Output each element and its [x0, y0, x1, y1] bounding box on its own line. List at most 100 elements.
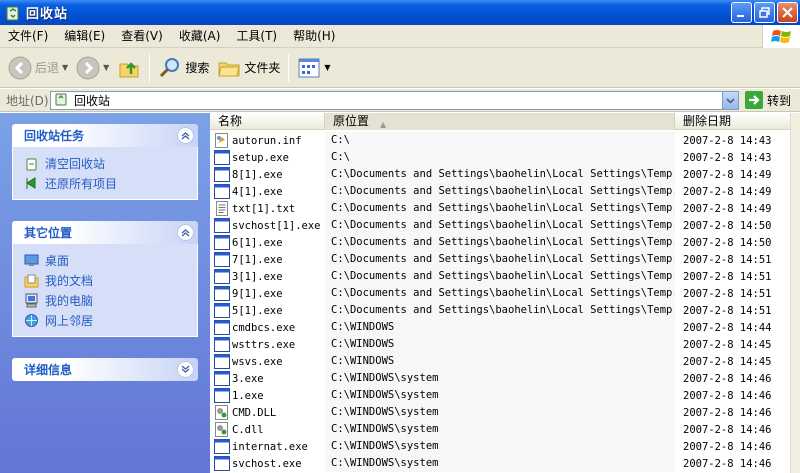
folders-button[interactable]: 文件夹 [213, 51, 284, 85]
table-row[interactable]: svchost[1].exe C:\Documents and Settings\… [210, 217, 790, 234]
file-location-cell: C:\WINDOWS [325, 319, 675, 336]
table-row[interactable]: 3[1].exe C:\Documents and Settings\baohel… [210, 268, 790, 285]
file-name-cell: svchost.exe [210, 456, 325, 471]
file-location-cell: C:\Documents and Settings\baohelin\Local… [325, 217, 675, 234]
address-input[interactable]: 回收站 [50, 91, 739, 110]
file-date-cell: 2007-2-8 14:49 [683, 202, 772, 215]
file-name-cell: setup.exe [210, 150, 325, 165]
go-button[interactable]: 转到 [745, 91, 791, 109]
forward-button[interactable]: ▼ [72, 51, 113, 85]
close-button[interactable] [777, 2, 798, 23]
table-row[interactable]: C.dll C:\WINDOWS\system 2007-2-8 14:46 [210, 421, 790, 438]
collapse-up-icon[interactable] [177, 127, 194, 144]
file-location-cell: C:\WINDOWS [325, 353, 675, 370]
menu-tools[interactable]: 工具(T) [228, 25, 285, 48]
chevron-down-icon[interactable]: ▼ [324, 63, 330, 72]
title-bar[interactable]: 回收站 [0, 0, 800, 25]
back-button[interactable]: 后退 ▼ [4, 51, 72, 85]
address-dropdown-button[interactable] [722, 92, 738, 109]
other-places-panel: 其它位置 桌面 我的文档 我的电脑 网上邻居 [12, 221, 198, 337]
file-date-cell: 2007-2-8 14:46 [683, 406, 772, 419]
menu-view[interactable]: 查看(V) [113, 25, 171, 48]
my-documents-link[interactable]: 我的文档 [23, 270, 197, 290]
table-row[interactable]: CMD.DLL C:\WINDOWS\system 2007-2-8 14:46 [210, 404, 790, 421]
search-icon [160, 57, 180, 77]
file-location-cell: C:\WINDOWS\system [325, 421, 675, 438]
search-button[interactable]: 搜索 [154, 51, 213, 85]
menu-file[interactable]: 文件(F) [0, 25, 56, 48]
file-date-cell: 2007-2-8 14:43 [683, 134, 772, 147]
table-row[interactable]: 5[1].exe C:\Documents and Settings\baohel… [210, 302, 790, 319]
column-location[interactable]: 原位置 ▲ [325, 113, 675, 130]
file-name-cell: 4[1].exe [210, 184, 325, 199]
table-row[interactable]: txt[1].txt C:\Documents and Settings\baoh… [210, 200, 790, 217]
table-row[interactable]: autorun.inf C:\ 2007-2-8 14:43 [210, 132, 790, 149]
menu-help[interactable]: 帮助(H) [285, 25, 343, 48]
file-date-cell: 2007-2-8 14:46 [683, 372, 772, 385]
exe-file-icon [214, 218, 230, 233]
file-date-cell: 2007-2-8 14:51 [683, 270, 772, 283]
minimize-button[interactable] [731, 2, 752, 23]
exe-file-icon [214, 388, 230, 403]
empty-recycle-bin-link[interactable]: 清空回收站 [23, 153, 197, 173]
file-list[interactable]: 名称 原位置 ▲ 删除日期 autorun.inf C:\ 2007-2-8 14:… [210, 113, 790, 473]
restore-icon [23, 175, 39, 191]
up-folder-button[interactable] [113, 51, 145, 85]
restore-button[interactable] [754, 2, 775, 23]
file-location-cell: C:\WINDOWS\system [325, 438, 675, 455]
exe-file-icon [214, 235, 230, 250]
menu-edit[interactable]: 编辑(E) [56, 25, 113, 48]
table-row[interactable]: 4[1].exe C:\Documents and Settings\baohel… [210, 183, 790, 200]
vertical-scrollbar[interactable] [790, 113, 800, 473]
desktop-link[interactable]: 桌面 [23, 250, 197, 270]
network-places-link[interactable]: 网上邻居 [23, 310, 197, 330]
recycle-tasks-header[interactable]: 回收站任务 [12, 124, 198, 147]
table-row[interactable]: 7[1].exe C:\Documents and Settings\baohel… [210, 251, 790, 268]
column-date[interactable]: 删除日期 [675, 113, 790, 130]
dll-file-icon [214, 422, 230, 437]
file-date-cell: 2007-2-8 14:46 [683, 423, 772, 436]
restore-all-items-link[interactable]: 还原所有项目 [23, 173, 197, 193]
table-row[interactable]: setup.exe C:\ 2007-2-8 14:43 [210, 149, 790, 166]
table-row[interactable]: cmdbcs.exe C:\WINDOWS 2007-2-8 14:44 [210, 319, 790, 336]
dll-file-icon [214, 405, 230, 420]
chevron-down-icon[interactable]: ▼ [103, 63, 109, 72]
exe-file-icon [214, 354, 230, 369]
table-row[interactable]: internat.exe C:\WINDOWS\system 2007-2-8 14… [210, 438, 790, 455]
exe-file-icon [214, 439, 230, 454]
file-name-cell: 3.exe [210, 371, 325, 386]
chevron-down-icon[interactable]: ▼ [62, 63, 68, 72]
table-row[interactable]: 1.exe C:\WINDOWS\system 2007-2-8 14:46 [210, 387, 790, 404]
exe-file-icon [214, 337, 230, 352]
my-computer-icon [23, 292, 39, 308]
column-name[interactable]: 名称 [210, 113, 325, 130]
my-computer-link[interactable]: 我的电脑 [23, 290, 197, 310]
table-row[interactable]: 9[1].exe C:\Documents and Settings\baohel… [210, 285, 790, 302]
details-header[interactable]: 详细信息 [12, 358, 198, 381]
table-row[interactable]: 3.exe C:\WINDOWS\system 2007-2-8 14:46 [210, 370, 790, 387]
recycle-bin-icon [4, 4, 21, 21]
menu-favorites[interactable]: 收藏(A) [171, 25, 229, 48]
expand-down-icon[interactable] [177, 361, 194, 378]
table-row[interactable]: 6[1].exe C:\Documents and Settings\baohel… [210, 234, 790, 251]
file-name-cell: 9[1].exe [210, 286, 325, 301]
file-location-cell: C:\Documents and Settings\baohelin\Local… [325, 183, 675, 200]
other-places-header[interactable]: 其它位置 [12, 221, 198, 244]
table-row[interactable]: 8[1].exe C:\Documents and Settings\baohel… [210, 166, 790, 183]
views-button[interactable]: ▼ [293, 51, 334, 85]
toolbar-separator [288, 53, 290, 82]
table-row[interactable]: wsttrs.exe C:\WINDOWS 2007-2-8 14:45 [210, 336, 790, 353]
exe-file-icon [214, 150, 230, 165]
table-row[interactable]: svchost.exe C:\WINDOWS\system 2007-2-8 14:… [210, 455, 790, 472]
exe-file-icon [214, 269, 230, 284]
table-row[interactable]: wsvs.exe C:\WINDOWS 2007-2-8 14:45 [210, 353, 790, 370]
desktop-icon [23, 252, 39, 268]
exe-file-icon [214, 320, 230, 335]
collapse-up-icon[interactable] [177, 224, 194, 241]
file-name-cell: 3[1].exe [210, 269, 325, 284]
file-location-cell: C:\WINDOWS\system [325, 404, 675, 421]
empty-bin-icon [23, 155, 39, 171]
menu-bar: 文件(F) 编辑(E) 查看(V) 收藏(A) 工具(T) 帮助(H) [0, 25, 800, 48]
file-name-cell: 5[1].exe [210, 303, 325, 318]
file-name-cell: internat.exe [210, 439, 325, 454]
